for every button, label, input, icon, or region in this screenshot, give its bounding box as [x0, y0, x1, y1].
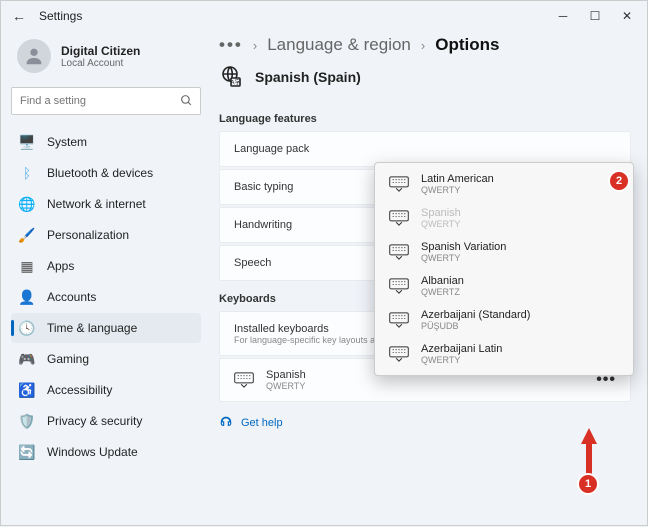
option-name: Albanian [421, 275, 464, 287]
keyboard-icon [389, 312, 409, 328]
nav-label: Network & internet [47, 197, 146, 211]
breadcrumb: ••• › Language & region › Options [219, 35, 631, 55]
nav-label: Accessibility [47, 383, 112, 397]
features-heading: Language features [219, 113, 631, 125]
keyboard-icon [234, 372, 254, 388]
profile[interactable]: Digital Citizen Local Account [11, 35, 201, 77]
window-title: Settings [39, 9, 82, 23]
minimize-button[interactable]: ─ [547, 2, 579, 30]
maximize-button[interactable]: ☐ [579, 2, 611, 30]
option-sub: QWERTZ [421, 287, 464, 297]
keyboard-icon [389, 278, 409, 294]
search-icon [180, 94, 193, 112]
svg-text:A字: A字 [230, 79, 240, 87]
option-sub: QWERTY [421, 219, 461, 229]
option-sub: QWERTY [421, 253, 506, 263]
nav-icon: ᛒ [19, 165, 35, 181]
keyboard-layout-popup: Latin AmericanQWERTYSpanishQWERTYSpanish… [374, 162, 634, 376]
sidebar-item-accounts[interactable]: 👤 Accounts [11, 282, 201, 312]
keyboard-option-latin-american[interactable]: Latin AmericanQWERTY [375, 167, 633, 201]
language-name: Spanish (Spain) [255, 69, 361, 85]
nav-icon: 🔄 [19, 444, 35, 460]
profile-name: Digital Citizen [61, 44, 140, 58]
sidebar-item-privacy-security[interactable]: 🛡️ Privacy & security [11, 406, 201, 436]
nav-label: System [47, 135, 87, 149]
nav-label: Windows Update [47, 445, 138, 459]
get-help-link[interactable]: Get help [219, 416, 631, 430]
search-input[interactable] [11, 87, 201, 115]
nav-label: Bluetooth & devices [47, 166, 153, 180]
sidebar-item-accessibility[interactable]: ♿ Accessibility [11, 375, 201, 405]
annotation-badge-2: 2 [608, 170, 630, 192]
nav-icon: 🛡️ [19, 413, 35, 429]
nav-label: Gaming [47, 352, 89, 366]
breadcrumb-current: Options [435, 35, 499, 55]
keyboard-option-spanish-variation[interactable]: Spanish VariationQWERTY [375, 235, 633, 269]
option-name: Spanish Variation [421, 241, 506, 253]
nav-icon: 🖌️ [19, 227, 35, 243]
keyboard-icon [389, 346, 409, 362]
option-sub: PÜŞUDB [421, 321, 530, 331]
sidebar-item-bluetooth-devices[interactable]: ᛒ Bluetooth & devices [11, 158, 201, 188]
keyboard-sub: QWERTY [266, 381, 306, 391]
nav-icon: 🕓 [19, 320, 35, 336]
sidebar-item-gaming[interactable]: 🎮 Gaming [11, 344, 201, 374]
chevron-right-icon: › [253, 38, 257, 53]
option-sub: QWERTY [421, 185, 494, 195]
nav-icon: 🌐 [19, 196, 35, 212]
get-help-label: Get help [241, 417, 283, 429]
option-name: Azerbaijani (Standard) [421, 309, 530, 321]
breadcrumb-more[interactable]: ••• [219, 35, 243, 55]
annotation-badge-1: 1 [577, 473, 599, 495]
annotation-arrow-icon [580, 428, 598, 474]
keyboard-icon [389, 244, 409, 260]
nav-label: Privacy & security [47, 414, 142, 428]
keyboard-icon [389, 210, 409, 226]
keyboard-icon [389, 176, 409, 192]
option-name: Latin American [421, 173, 494, 185]
close-button[interactable]: ✕ [611, 2, 643, 30]
nav-icon: ♿ [19, 382, 35, 398]
nav-label: Personalization [47, 228, 129, 242]
sidebar-item-windows-update[interactable]: 🔄 Windows Update [11, 437, 201, 467]
option-name: Azerbaijani Latin [421, 343, 502, 355]
back-button[interactable]: ← [5, 2, 33, 30]
nav-icon: 🎮 [19, 351, 35, 367]
sidebar-item-apps[interactable]: ▦ Apps [11, 251, 201, 281]
chevron-right-icon: › [421, 38, 425, 53]
option-name: Spanish [421, 207, 461, 219]
keyboard-option-albanian[interactable]: AlbanianQWERTZ [375, 269, 633, 303]
profile-sub: Local Account [61, 58, 140, 69]
nav-icon: ▦ [19, 258, 35, 274]
option-sub: QWERTY [421, 355, 502, 365]
keyboard-option-azerbaijani-latin[interactable]: Azerbaijani LatinQWERTY [375, 337, 633, 371]
sidebar-item-personalization[interactable]: 🖌️ Personalization [11, 220, 201, 250]
nav-label: Time & language [47, 321, 137, 335]
breadcrumb-language[interactable]: Language & region [267, 35, 411, 55]
nav-label: Apps [47, 259, 74, 273]
avatar-icon [17, 39, 51, 73]
nav-icon: 👤 [19, 289, 35, 305]
sidebar-item-network-internet[interactable]: 🌐 Network & internet [11, 189, 201, 219]
nav-label: Accounts [47, 290, 96, 304]
keyboard-option-spanish: SpanishQWERTY [375, 201, 633, 235]
nav-icon: 🖥️ [19, 134, 35, 150]
keyboard-option-azerbaijani-standard-[interactable]: Azerbaijani (Standard)PÜŞUDB [375, 303, 633, 337]
keyboard-name: Spanish [266, 369, 306, 381]
sidebar-item-system[interactable]: 🖥️ System [11, 127, 201, 157]
language-globe-icon: A字 [219, 65, 243, 89]
sidebar-item-time-language[interactable]: 🕓 Time & language [11, 313, 201, 343]
